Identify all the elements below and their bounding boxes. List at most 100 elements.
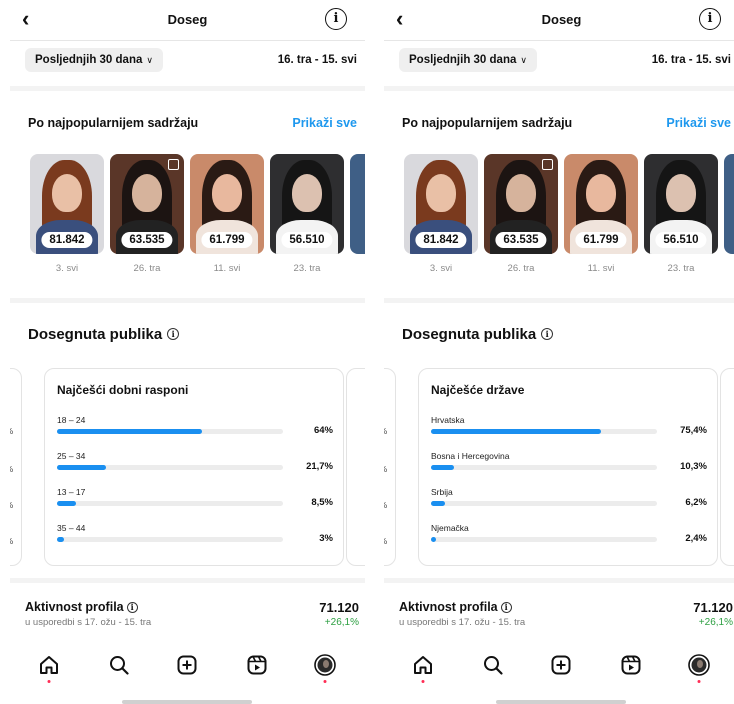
- post-thumbnail-image: [724, 154, 734, 254]
- bar-percent: 21,7%: [306, 461, 333, 472]
- profile-activity-title-text: Aktivnost profila: [399, 600, 498, 614]
- content-thumbnail[interactable]: 63.535 26. tra: [484, 154, 558, 274]
- show-all-link[interactable]: Prikaži sve: [666, 116, 731, 130]
- bar-row: Srbija 6,2%: [431, 487, 711, 508]
- bar-track: [57, 465, 283, 470]
- bar-fill: [57, 465, 107, 470]
- section-divider: [10, 86, 365, 91]
- post-date: 23. tra: [667, 263, 695, 274]
- post-thumbnail-image: 63.535: [484, 154, 558, 254]
- profile-avatar[interactable]: [688, 654, 710, 683]
- profile-activity-value: 71.120: [693, 600, 733, 615]
- bar-row: 35 – 44 3%: [57, 523, 337, 544]
- bar-fill: [57, 501, 77, 506]
- audience-card-previous[interactable]: % % % %: [384, 368, 396, 566]
- bar-percent: 64%: [313, 425, 333, 436]
- notification-dot: [47, 680, 51, 683]
- bar-label: Bosna i Hercegovina: [431, 451, 510, 461]
- section-divider: [384, 298, 734, 303]
- content-thumbnail[interactable]: 63.535 26. tra: [110, 154, 184, 274]
- profile-activity-value: 71.120: [319, 600, 359, 615]
- bar-track: [431, 465, 657, 470]
- content-thumbnail[interactable]: 61.799 11. svi: [190, 154, 264, 274]
- show-all-link[interactable]: Prikaži sve: [292, 116, 357, 130]
- bar-track: [57, 501, 283, 506]
- reach-count: 81.842: [41, 232, 93, 248]
- bar-row: 18 – 24 64%: [57, 415, 337, 436]
- profile-activity-change: +26,1%: [324, 617, 359, 628]
- content-thumbnail[interactable]: 56.510 23. tra: [644, 154, 718, 274]
- period-dropdown[interactable]: Posljednjih 30 dana ∨: [25, 48, 163, 72]
- info-icon[interactable]: i: [167, 328, 180, 340]
- bar-label: 13 – 17: [57, 487, 86, 497]
- create-icon[interactable]: [550, 654, 572, 676]
- audience-title-text: Dosegnuta publika: [28, 326, 163, 343]
- content-thumbnail[interactable]: 81.842 3. svi: [30, 154, 104, 274]
- multi-post-icon: [168, 159, 179, 170]
- post-thumbnail-image: [350, 154, 365, 254]
- bar-percent: 8,5%: [311, 497, 333, 508]
- bar-row: Njemačka 2,4%: [431, 523, 711, 544]
- header: ‹ Doseg i: [384, 0, 734, 40]
- bottom-nav: [10, 654, 365, 684]
- header: ‹ Doseg i: [10, 0, 365, 40]
- post-thumbnail-image: 61.799: [564, 154, 638, 254]
- bar-fill: [431, 429, 602, 434]
- period-dropdown[interactable]: Posljednjih 30 dana ∨: [399, 48, 537, 72]
- bar-row: 25 – 34 21,7%: [57, 451, 337, 472]
- info-icon[interactable]: i: [500, 602, 512, 613]
- search-icon[interactable]: [482, 654, 504, 676]
- info-icon[interactable]: i: [126, 602, 138, 613]
- period-label: Posljednjih 30 dana: [35, 54, 143, 66]
- info-icon[interactable]: i: [541, 328, 554, 340]
- section-divider: [384, 86, 734, 91]
- post-thumbnail-image: 56.510: [270, 154, 344, 254]
- bar-label: 18 – 24: [57, 415, 86, 425]
- content-thumbnail-partial[interactable]: [350, 154, 365, 254]
- bar-track: [57, 429, 283, 434]
- profile-activity-change: +26,1%: [698, 617, 733, 628]
- reach-count: 56.510: [281, 232, 333, 248]
- post-thumbnail-image: 81.842: [30, 154, 104, 254]
- create-icon[interactable]: [176, 654, 198, 676]
- post-date: 11. svi: [213, 263, 241, 274]
- search-icon[interactable]: [108, 654, 130, 676]
- home-icon[interactable]: [38, 654, 60, 683]
- profile-activity-title-text: Aktivnost profila: [25, 600, 124, 614]
- section-divider: [10, 298, 365, 303]
- audience-card-next[interactable]: [720, 368, 734, 566]
- bar-label: Hrvatska: [431, 415, 465, 425]
- profile-activity-subtitle: u usporedbi s 17. ožu - 15. tra: [25, 617, 152, 628]
- post-date: 3. svi: [429, 263, 453, 274]
- info-icon[interactable]: i: [699, 8, 721, 30]
- bar-fill: [431, 537, 437, 542]
- reels-icon[interactable]: [246, 654, 268, 676]
- post-thumbnail-image: 81.842: [404, 154, 478, 254]
- reach-count: 81.842: [415, 232, 467, 248]
- audience-card-next[interactable]: [346, 368, 365, 566]
- bar-label: Srbija: [431, 487, 453, 497]
- info-icon[interactable]: i: [325, 8, 347, 30]
- content-thumbnail[interactable]: 81.842 3. svi: [404, 154, 478, 274]
- content-thumbnail-partial[interactable]: [724, 154, 734, 254]
- notification-dot: [421, 680, 425, 683]
- bar-track: [431, 501, 657, 506]
- audience-card[interactable]: Najčešće države Hrvatska 75,4% Bosna i H…: [418, 368, 718, 566]
- page-title: Doseg: [167, 12, 208, 27]
- home-icon[interactable]: [412, 654, 434, 683]
- chevron-down-icon: ∨: [146, 55, 153, 65]
- bar-percent: 6,2%: [685, 497, 707, 508]
- reels-icon[interactable]: [620, 654, 642, 676]
- audience-card-previous[interactable]: % % % %: [10, 368, 22, 566]
- content-thumbnail[interactable]: 56.510 23. tra: [270, 154, 344, 274]
- date-range: 16. tra - 15. svi: [277, 54, 357, 66]
- content-thumbnail[interactable]: 61.799 11. svi: [564, 154, 638, 274]
- bar-fill: [431, 501, 445, 506]
- reach-count: 61.799: [201, 232, 253, 248]
- post-thumbnail-image: 56.510: [644, 154, 718, 254]
- profile-avatar[interactable]: [314, 654, 336, 683]
- post-date: 23. tra: [293, 263, 321, 274]
- panel-left: ‹ Doseg i Posljednjih 30 dana ∨ 16. tra -…: [10, 0, 365, 704]
- audience-card[interactable]: Najčešći dobni rasponi 18 – 24 64% 25 – …: [44, 368, 344, 566]
- bar-label: Njemačka: [431, 523, 469, 533]
